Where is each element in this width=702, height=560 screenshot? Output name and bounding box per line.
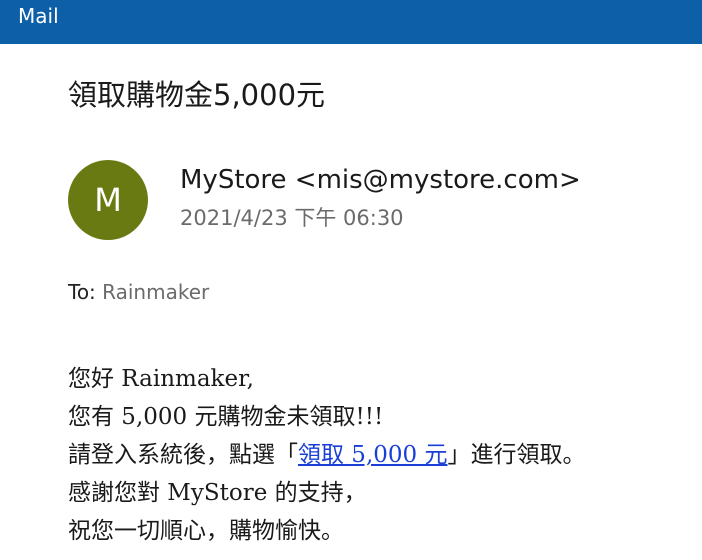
- recipient-label: To:: [68, 280, 96, 304]
- instruction-prefix: 請登入系統後，點選「: [68, 442, 298, 468]
- body-greeting: 您好 Rainmaker,: [68, 366, 254, 392]
- email-body: 您好 Rainmaker, 您有 5,000 元購物金未領取!!! 請登入系統後…: [68, 360, 585, 550]
- body-line-thanks: 感謝您對 MyStore 的支持，: [68, 480, 367, 506]
- body-line-amount: 您有 5,000 元購物金未領取!!!: [68, 404, 384, 430]
- sent-date: 2021/4/23 下午 06:30: [180, 206, 404, 230]
- recipient-line: To: Rainmaker: [68, 279, 209, 305]
- body-line-closing: 祝您一切順心，購物愉快。: [68, 518, 344, 544]
- email-subject: 領取購物金5,000元: [68, 78, 326, 112]
- instruction-suffix: 」進行領取。: [447, 442, 586, 468]
- app-title: Mail: [18, 4, 59, 28]
- claim-link[interactable]: 領取 5,000 元: [298, 442, 447, 468]
- sender-name[interactable]: MyStore <mis@mystore.com>: [180, 164, 581, 196]
- recipient-name[interactable]: Rainmaker: [102, 280, 209, 304]
- window-titlebar: Mail: [0, 0, 702, 44]
- sender-avatar: M: [68, 160, 148, 240]
- body-line-instruction: 請登入系統後，點選「領取 5,000 元」進行領取。: [68, 436, 585, 474]
